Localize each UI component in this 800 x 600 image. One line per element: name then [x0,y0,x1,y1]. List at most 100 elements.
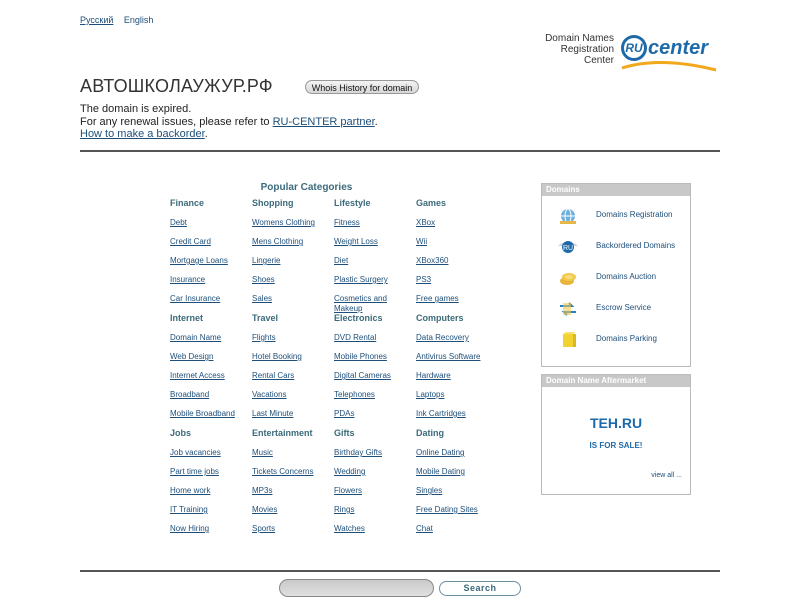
category-heading: Electronics [334,313,383,323]
category-link[interactable]: Last Minute [252,409,330,419]
category-link[interactable]: Birthday Gifts [334,448,412,458]
category-link[interactable]: Debt [170,218,248,228]
category-link[interactable]: Insurance [170,275,248,285]
parking-icon [557,331,579,349]
domain-service-link[interactable]: Domains Registration [596,210,672,219]
coins-icon [557,269,579,287]
category-link[interactable]: Domain Name [170,333,248,343]
category-link[interactable]: Rings [334,505,412,515]
bottom-divider [80,570,720,572]
category-heading: Jobs [170,428,192,438]
aftermarket-box-header: Domain Name Aftermarket [542,375,690,387]
category-link[interactable]: Chat [416,524,494,534]
category-link[interactable]: Plastic Surgery [334,275,412,285]
category-link[interactable]: Sports [252,524,330,534]
category-link[interactable]: Sales [252,294,330,304]
category-link[interactable]: Music [252,448,330,458]
category-link[interactable]: Online Dating [416,448,494,458]
category-link[interactable]: Car Insurance [170,294,248,304]
category-link[interactable]: Antivirus Software [416,352,494,362]
svg-text:RU: RU [563,245,573,252]
lang-russian-link[interactable]: Русский [80,15,113,25]
category-link[interactable]: Diet [334,256,412,266]
category-link[interactable]: PS3 [416,275,494,285]
backorder-suffix: . [204,128,208,140]
domain-service-link[interactable]: Domains Parking [596,334,657,343]
category-link[interactable]: Digital Cameras [334,371,412,381]
category-link[interactable]: Lingerie [252,256,330,266]
sale-domain-name[interactable]: TEH.RU [542,415,690,431]
category-link[interactable]: Job vacancies [170,448,248,458]
category-link[interactable]: Tickets Concerns [252,467,330,477]
renewal-line: For any renewal issues, please refer to … [80,116,378,129]
category-link[interactable]: PDAs [334,409,412,419]
category-link[interactable]: Vacations [252,390,330,400]
category-link[interactable]: IT Training [170,505,248,515]
category-link[interactable]: Flights [252,333,330,343]
category-link[interactable]: XBox [416,218,494,228]
category-link[interactable]: Part time jobs [170,467,248,477]
renewal-text: For any renewal issues, please refer to [80,115,273,128]
expired-line: The domain is expired. [80,103,192,115]
category-link[interactable]: Rental Cars [252,371,330,381]
category-link[interactable]: Mortgage Loans [170,256,248,266]
backorder-link[interactable]: How to make a backorder [80,128,205,140]
category-link[interactable]: Broadband [170,390,248,400]
category-link[interactable]: Now Hiring [170,524,248,534]
category-link[interactable]: Hotel Booking [252,352,330,362]
category-link[interactable]: Fitness [334,218,412,228]
category-heading: Internet [170,313,204,323]
category-link[interactable]: Mobile Dating [416,467,494,477]
category-link[interactable]: Wii [416,237,494,247]
category-link[interactable]: Web Design [170,352,248,362]
ru-wings-icon: RU [557,238,579,256]
category-heading: Finance [170,198,205,208]
category-link[interactable]: Free Dating Sites [416,505,494,515]
category-link[interactable]: MP3s [252,486,330,496]
category-heading: Games [416,198,447,208]
category-link[interactable]: Shoes [252,275,330,285]
domain-service-link[interactable]: Domains Auction [596,272,656,281]
category-link[interactable]: Movies [252,505,330,515]
ru-center-partner-link[interactable]: RU-CENTER partner [273,116,375,128]
category-heading: Travel [252,313,279,323]
whois-history-button[interactable]: Whois History for domain [305,80,419,94]
category-link[interactable]: DVD Rental [334,333,412,343]
category-link[interactable]: Weight Loss [334,237,412,247]
category-link[interactable]: Laptops [416,390,494,400]
category-link[interactable]: Telephones [334,390,412,400]
category-link[interactable]: Internet Access [170,371,248,381]
for-sale-label: IS FOR SALE! [589,441,643,450]
domain-service-link[interactable]: Backordered Domains [596,241,675,250]
category-link[interactable]: Home work [170,486,248,496]
tagline-line: Registration [560,44,614,55]
category-link[interactable]: Data Recovery [416,333,494,343]
category-link[interactable]: Wedding [334,467,412,477]
renewal-suffix: . [374,115,378,128]
category-link[interactable]: Mobile Broadband [170,409,248,419]
domain-service-link[interactable]: Escrow Service [596,303,651,312]
search-input[interactable] [279,579,434,597]
category-link[interactable]: Mobile Phones [334,352,412,362]
category-link[interactable]: Ink Cartridges [416,409,494,419]
category-link[interactable]: Mens Clothing [252,237,330,247]
top-divider [80,150,720,152]
category-link[interactable]: Womens Clothing [252,218,330,228]
category-link[interactable]: Flowers [334,486,412,496]
category-link[interactable]: XBox360 [416,256,494,266]
expired-notice: The domain is expired. For any renewal i… [80,103,378,141]
category-heading: Entertainment [252,428,313,438]
category-link[interactable]: Singles [416,486,494,496]
category-link[interactable]: Credit Card [170,237,248,247]
category-link[interactable]: Free games [416,294,494,304]
lang-english-link[interactable]: English [124,15,154,25]
ru-center-tagline: Domain Names Registration Center [520,33,614,66]
category-link[interactable]: Cosmetics and Makeup [334,294,412,313]
category-link[interactable]: Hardware [416,371,494,381]
aftermarket-box: Domain Name Aftermarket TEH.RU IS FOR SA… [541,374,691,495]
category-link[interactable]: Watches [334,524,412,534]
search-button[interactable]: Search [439,581,521,596]
view-all-link[interactable]: view all ... [651,472,682,479]
domains-box-header: Domains [542,184,690,196]
ru-center-logo[interactable]: RU center [620,32,720,77]
